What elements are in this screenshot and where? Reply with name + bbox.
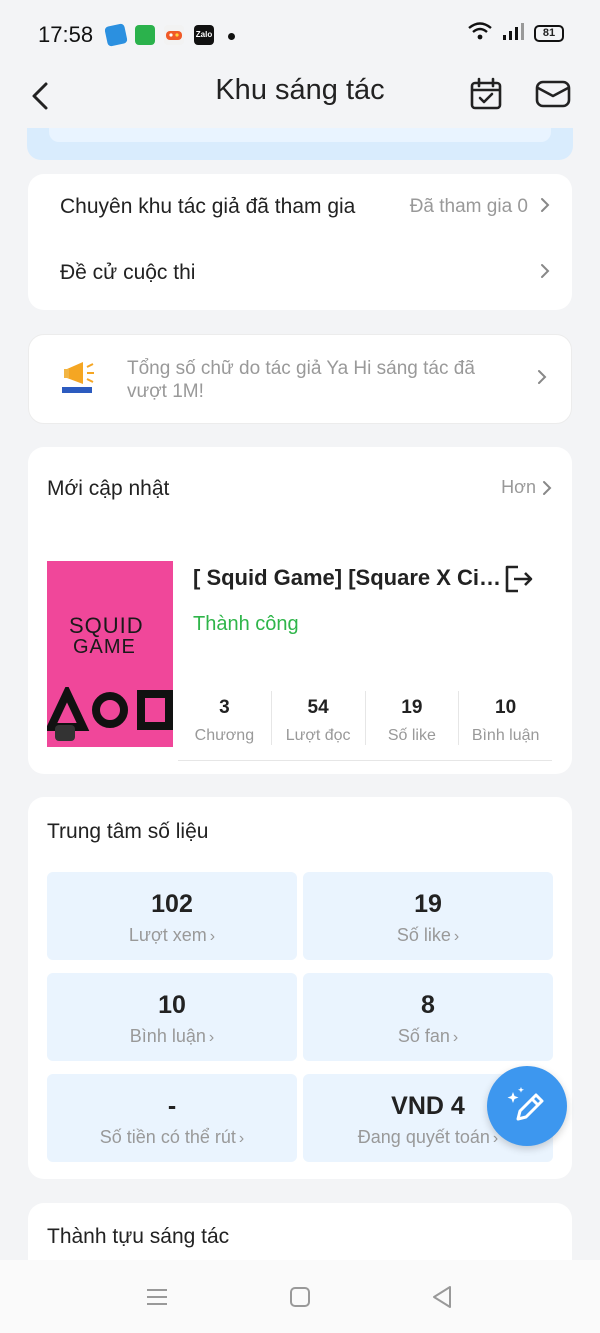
- chevron-right-icon: ›: [453, 928, 460, 945]
- tile-fans[interactable]: 8 Số fan ›: [303, 973, 553, 1061]
- divider: [178, 760, 552, 761]
- app-green-icon: [135, 25, 155, 45]
- stat-value: 19: [401, 697, 423, 718]
- menu-row-contest-nomination[interactable]: Đề cử cuộc thi: [28, 243, 572, 303]
- tile-label: Số fan ›: [397, 1026, 459, 1046]
- achievements-card: Thành tựu sáng tác: [28, 1203, 572, 1260]
- tile-withdrawable[interactable]: - Số tiền có thể rút ›: [47, 1074, 297, 1162]
- exit-icon: [505, 565, 533, 593]
- pencil-sparkle-icon: [507, 1087, 544, 1121]
- mail-button[interactable]: [533, 74, 573, 114]
- chevron-right-icon: ›: [452, 1029, 459, 1046]
- chevron-right-icon: [537, 369, 547, 390]
- status-time: 17:58: [38, 22, 94, 47]
- zalo-icon: Zalo: [194, 25, 214, 45]
- game-icon: [164, 25, 184, 45]
- tile-label: Số like ›: [396, 925, 460, 945]
- tile-views[interactable]: 102 Lượt xem ›: [47, 872, 297, 960]
- more-link[interactable]: Hơn: [501, 477, 552, 498]
- notification-dot: [228, 33, 235, 40]
- home-button[interactable]: [280, 1282, 320, 1312]
- stat-label: Bình luận: [471, 727, 540, 744]
- stat-value: 3: [219, 697, 230, 718]
- stat-reads: 54 Lượt đọc: [272, 691, 366, 745]
- menu-row-joined-zones[interactable]: Chuyên khu tác giả đã tham gia Đã tham g…: [28, 177, 572, 237]
- recent-updates-card: Mới cập nhật Hơn SQUID GAME [ Squid Game…: [28, 447, 572, 774]
- megaphone-icon: [61, 357, 97, 397]
- more-link-label: Hơn: [501, 477, 536, 497]
- tile-label: Số tiền có thể rút ›: [99, 1127, 245, 1147]
- comment-badge-icon: [55, 725, 75, 741]
- mail-icon: [535, 80, 571, 108]
- cover-title-line2: GAME: [73, 636, 136, 658]
- book-stats: 3 Chương 54 Lượt đọc 19 Số like 10 Bình …: [178, 691, 552, 745]
- stat-value: 54: [307, 697, 329, 718]
- app-header: Khu sáng tác: [0, 68, 600, 128]
- page-title: Khu sáng tác: [215, 74, 385, 106]
- status-badge: Thành công: [193, 613, 299, 635]
- telegram-icon: [104, 23, 128, 47]
- book-action-button[interactable]: [502, 563, 534, 595]
- stat-comments: 10 Bình luận: [459, 691, 552, 745]
- chevron-right-icon: [540, 262, 550, 285]
- status-bar: 17:58 Zalo 81: [0, 0, 600, 68]
- stat-label: Lượt đọc: [285, 727, 351, 744]
- system-nav-bar: [0, 1260, 600, 1333]
- recent-apps-button[interactable]: [137, 1282, 177, 1312]
- menu-row-value: Đã tham gia 0: [409, 196, 528, 217]
- compose-fab[interactable]: [487, 1066, 567, 1146]
- tile-label: Bình luận ›: [129, 1026, 215, 1046]
- section-title: Mới cập nhật: [47, 477, 170, 500]
- chevron-right-icon: [540, 196, 550, 219]
- system-back-button[interactable]: [422, 1282, 462, 1312]
- menu-card: Chuyên khu tác giả đã tham gia Đã tham g…: [28, 174, 572, 310]
- tile-value: 8: [421, 991, 435, 1019]
- stat-label: Số like: [387, 727, 436, 744]
- tile-comments[interactable]: 10 Bình luận ›: [47, 973, 297, 1061]
- book-cover[interactable]: SQUID GAME: [47, 561, 173, 747]
- tile-label: Lượt xem ›: [128, 925, 216, 945]
- system-icons: 81: [468, 22, 564, 45]
- tile-likes[interactable]: 19 Số like ›: [303, 872, 553, 960]
- menu-icon: [147, 1289, 167, 1305]
- banner-inner: [49, 128, 551, 142]
- signal-icon: [502, 22, 524, 45]
- stat-value: 10: [495, 697, 517, 718]
- promo-card[interactable]: Tổng số chữ do tác giả Ya Hi sáng tác đã…: [28, 334, 572, 424]
- tile-value: 102: [151, 890, 193, 918]
- book-title[interactable]: [ Squid Game] [Square X Circle]: [193, 565, 503, 591]
- promo-text: Tổng số chữ do tác giả Ya Hi sáng tác đã…: [127, 358, 475, 402]
- home-square-icon: [290, 1287, 310, 1307]
- tile-value: 10: [158, 991, 186, 1019]
- chevron-right-icon: ›: [209, 928, 216, 945]
- banner[interactable]: [27, 128, 573, 160]
- tile-label: Đang quyết toán ›: [357, 1127, 499, 1147]
- back-triangle-icon: [433, 1286, 451, 1308]
- calendar-button[interactable]: [466, 74, 506, 114]
- chevron-right-icon: ›: [238, 1130, 245, 1147]
- menu-row-label: Đề cử cuộc thi: [60, 261, 196, 284]
- stat-chapters: 3 Chương: [178, 691, 272, 745]
- stat-label: Chương: [194, 727, 255, 744]
- chevron-right-icon: ›: [208, 1029, 215, 1046]
- tile-value: -: [167, 1092, 177, 1120]
- section-title: Trung tâm số liệu: [47, 820, 209, 843]
- stat-likes: 19 Số like: [366, 691, 460, 745]
- section-title: Thành tựu sáng tác: [47, 1225, 230, 1248]
- menu-row-label: Chuyên khu tác giả đã tham gia: [60, 195, 356, 218]
- chevron-right-icon: [543, 480, 552, 495]
- battery-indicator: 81: [534, 25, 564, 42]
- wifi-icon: [468, 22, 492, 45]
- calendar-icon: [470, 77, 502, 110]
- tile-value: 19: [414, 890, 442, 918]
